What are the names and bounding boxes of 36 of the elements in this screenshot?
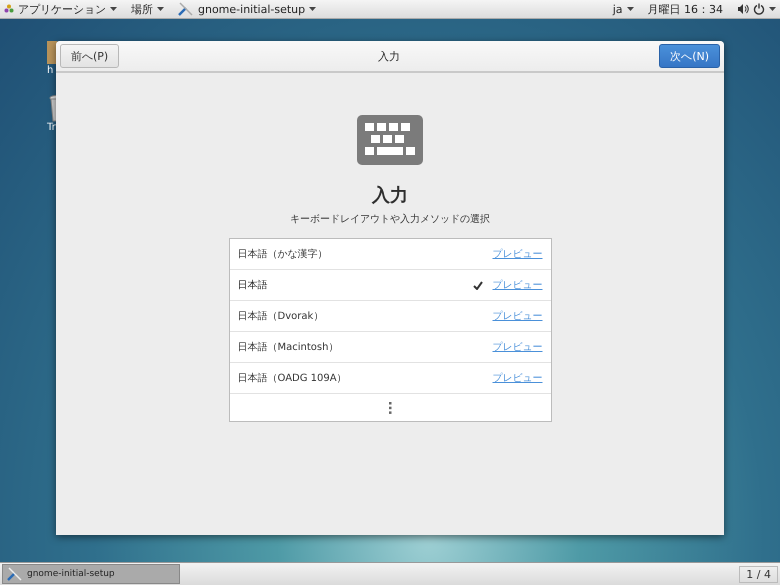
layout-name: 日本語（Dvorak） — [238, 310, 324, 323]
taskbar-item[interactable]: gnome-initial-setup — [2, 564, 180, 584]
checkmark-icon — [472, 280, 482, 290]
app-menu[interactable]: gnome-initial-setup — [174, 0, 320, 18]
window-title: 入力 — [378, 48, 400, 64]
clock[interactable]: 月曜日 16：34 — [644, 0, 727, 18]
keyboard-icon — [357, 115, 423, 165]
volume-icon — [737, 3, 749, 15]
layout-row[interactable]: 日本語（かな漢字） プレビュー — [230, 239, 550, 270]
flower-icon — [4, 4, 14, 14]
more-icon[interactable] — [388, 402, 392, 414]
caret-icon — [157, 7, 164, 11]
caret-icon — [309, 7, 316, 11]
layout-name: 日本語 — [238, 278, 268, 292]
caret-icon — [626, 7, 634, 11]
layout-row[interactable]: 日本語（Macintosh） プレビュー — [230, 332, 550, 363]
places-menu[interactable]: 場所 — [127, 0, 168, 18]
layout-row[interactable]: 日本語（Dvorak） プレビュー — [230, 301, 550, 332]
layout-row[interactable]: 日本語（OADG 109A） プレビュー — [230, 363, 550, 394]
applications-menu[interactable]: アプリケーション — [0, 0, 121, 18]
next-button[interactable]: 次へ(N) — [659, 44, 720, 68]
caret-icon — [769, 7, 776, 11]
input-method-menu[interactable]: ja — [608, 0, 638, 18]
tools-icon — [7, 567, 23, 581]
desktop-icon-label: h — [47, 65, 54, 76]
page-subtitle: キーボードレイアウトや入力メソッドの選択 — [290, 212, 490, 226]
layout-row[interactable]: 日本語 プレビュー — [230, 270, 550, 301]
layout-name: 日本語（Macintosh） — [238, 340, 340, 354]
layout-name: 日本語（OADG 109A） — [238, 372, 348, 385]
power-icon — [753, 3, 765, 15]
workspace-indicator[interactable]: 1 / 4 — [739, 566, 778, 582]
back-button[interactable]: 前へ(P) — [60, 44, 120, 68]
desktop-icon-label: Tr — [47, 122, 56, 133]
caret-icon — [110, 7, 117, 11]
layout-name: 日本語（かな漢字） — [238, 248, 328, 261]
page-heading: 入力 — [372, 184, 408, 207]
